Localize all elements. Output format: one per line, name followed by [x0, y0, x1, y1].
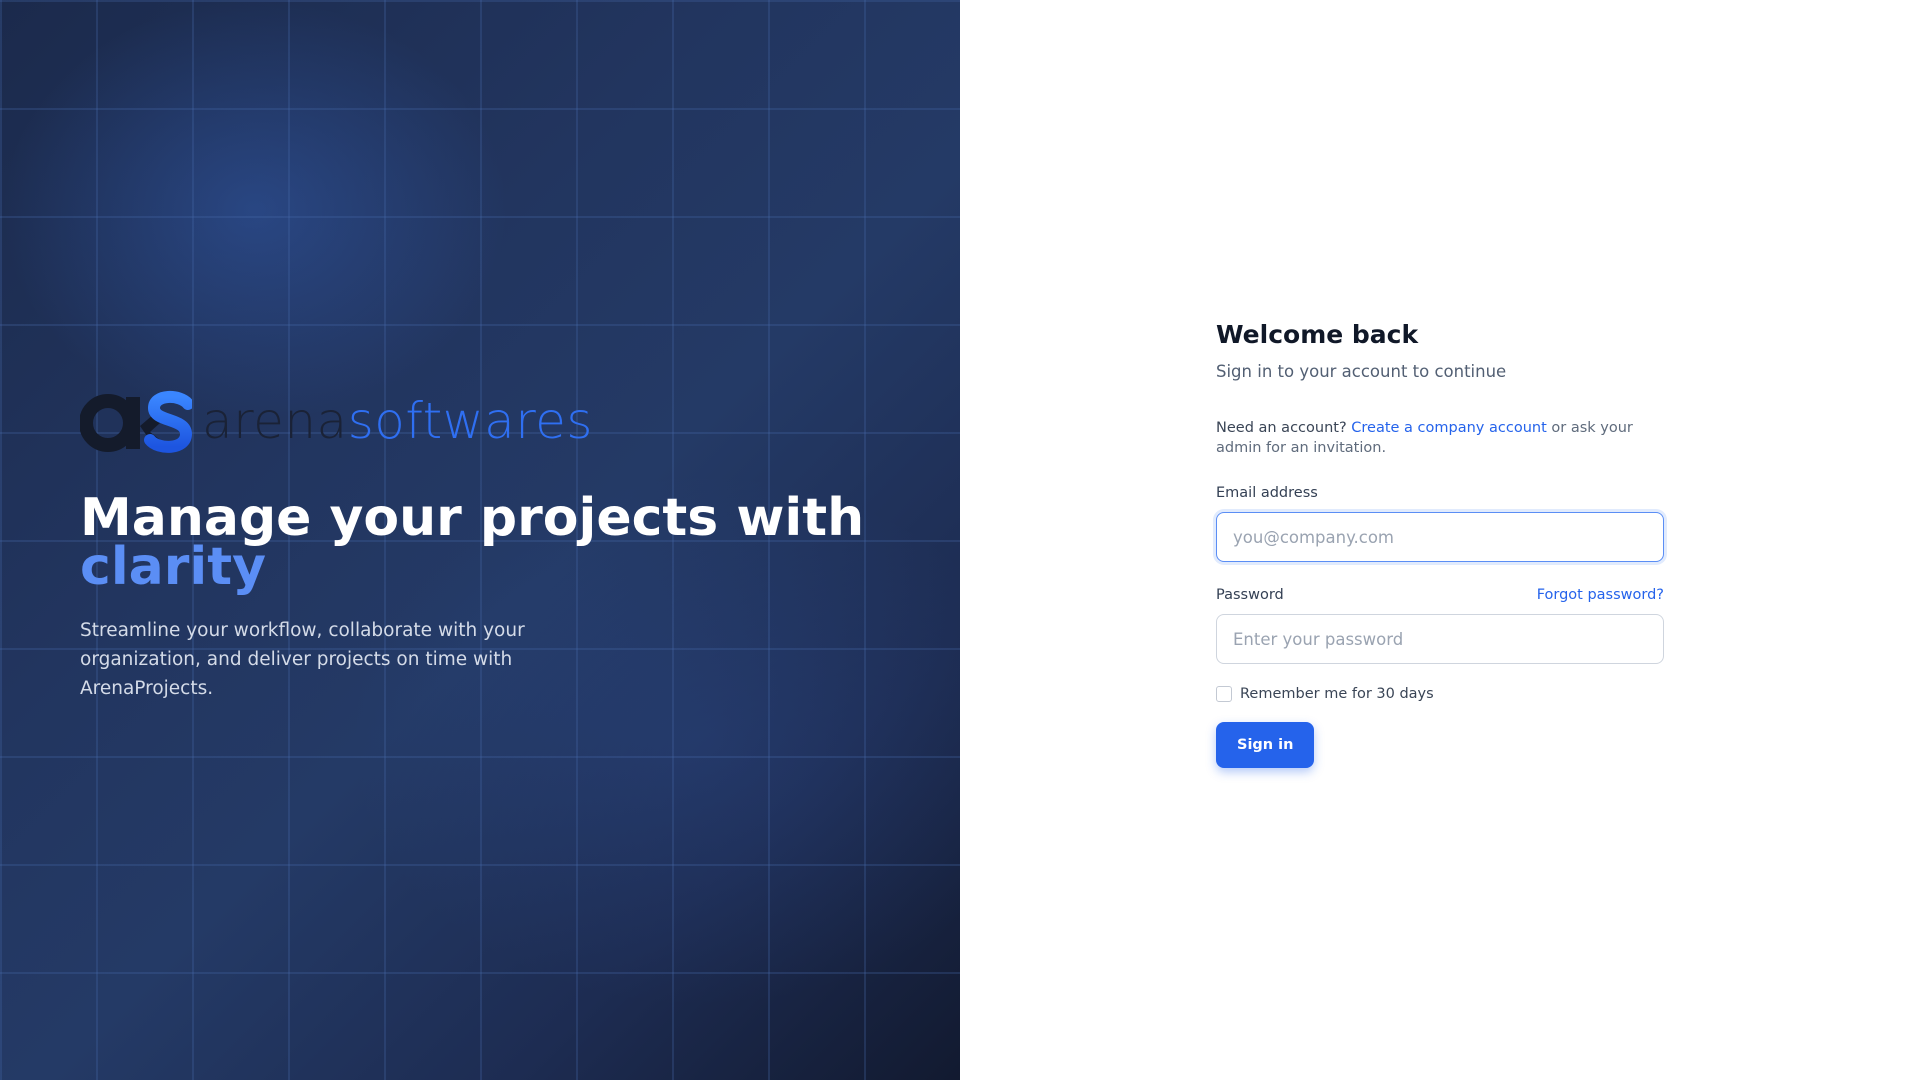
brand-wordmark: arenasoftwares: [202, 396, 593, 446]
page-subtitle: Sign in to your account to continue: [1216, 362, 1507, 381]
login-page: arenasoftwares Manage your projects with…: [0, 0, 1920, 1080]
page-title: Welcome back: [1216, 320, 1419, 349]
hero-subtext: Streamline your workflow, collaborate wi…: [80, 620, 525, 699]
invite-note: Need an account? Create a company accoun…: [1216, 418, 1664, 458]
password-label-row: Password Forgot password?: [1216, 585, 1664, 605]
hero-panel: arenasoftwares Manage your projects with…: [0, 0, 960, 1080]
email-label: Email address: [1216, 485, 1318, 501]
remember-me-label[interactable]: Remember me for 30 days: [1240, 686, 1434, 702]
invite-lead-text: Need an account?: [1216, 420, 1347, 436]
email-field[interactable]: [1216, 512, 1664, 562]
remember-me-row: Remember me for 30 days: [1216, 686, 1664, 702]
remember-me-checkbox[interactable]: [1216, 686, 1232, 702]
password-field[interactable]: [1216, 614, 1664, 664]
password-label: Password: [1216, 587, 1284, 603]
sign-in-form: Welcome back Sign in to your account to …: [1216, 318, 1664, 768]
as-monogram-logo-icon: [80, 391, 192, 453]
hero-headline: Manage your projects with clarity: [80, 492, 880, 597]
brand-name-part1: arena: [202, 392, 348, 450]
brand-name-part2: softwares: [347, 392, 593, 450]
brand-logo: arenasoftwares: [80, 386, 880, 456]
forgot-password-link[interactable]: Forgot password?: [1537, 587, 1664, 603]
create-company-account-link[interactable]: Create a company account: [1351, 420, 1547, 436]
hero-headline-accent: clarity: [80, 537, 266, 597]
sign-in-button[interactable]: Sign in: [1216, 722, 1315, 768]
auth-panel: Welcome back Sign in to your account to …: [960, 0, 1920, 1080]
hero-content: arenasoftwares Manage your projects with…: [80, 386, 880, 722]
